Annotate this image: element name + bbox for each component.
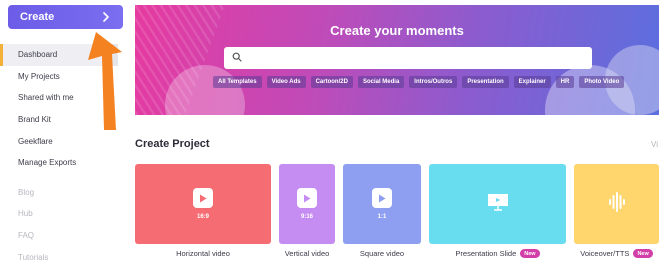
card-label-text: Horizontal video — [176, 249, 230, 258]
card-presentation-slide[interactable] — [429, 164, 566, 244]
presentation-icon — [487, 193, 509, 216]
search-bar[interactable] — [224, 47, 592, 69]
sidebar-item-hub[interactable]: Hub — [0, 203, 118, 225]
chevron-right-icon — [99, 10, 113, 24]
sidebar-item-blog[interactable]: Blog — [0, 182, 118, 204]
tag-social-media[interactable]: Social Media — [357, 76, 405, 88]
sidebar-item-faq[interactable]: FAQ — [0, 225, 118, 247]
play-icon — [193, 188, 213, 208]
sidebar-item-label: Manage Exports — [18, 158, 77, 168]
audio-wave-icon — [608, 191, 626, 217]
sidebar-item-tutorials[interactable]: Tutorials — [0, 246, 118, 268]
aspect-ratio-label: 9:16 — [300, 214, 313, 220]
search-input[interactable] — [248, 49, 578, 67]
tag-explainer[interactable]: Explainer — [513, 76, 551, 88]
hero-banner: Create your moments All Templates Video … — [135, 5, 659, 115]
sidebar-item-label: Brand Kit — [18, 115, 51, 125]
sidebar-item-my-projects[interactable]: My Projects — [0, 66, 118, 88]
tag-video-ads[interactable]: Video Ads — [266, 76, 306, 88]
tag-intros-outros[interactable]: Intros/Outros — [409, 76, 458, 88]
play-icon — [297, 188, 317, 208]
view-all-link[interactable]: Vi — [651, 140, 658, 149]
card-label-vertical-video: Vertical video — [265, 249, 349, 258]
tag-presentation[interactable]: Presentation — [462, 76, 509, 88]
sidebar-item-dashboard[interactable]: Dashboard — [0, 44, 118, 66]
sidebar-item-label: Dashboard — [18, 50, 58, 60]
aspect-ratio-label: 1:1 — [377, 214, 387, 220]
search-icon — [232, 49, 242, 67]
create-project-title: Create Project — [135, 138, 210, 150]
tag-hr[interactable]: HR — [555, 76, 575, 88]
card-horizontal-video[interactable]: 16:9 — [135, 164, 271, 244]
tag-cartoon-2d[interactable]: Cartoon/2D — [310, 76, 353, 88]
sidebar-item-label: Shared with me — [18, 93, 74, 103]
sidebar-nav: Dashboard My Projects Shared with me Bra… — [0, 44, 118, 268]
sidebar-item-label: Geekflare — [18, 136, 53, 146]
card-label-square-video: Square video — [343, 249, 421, 258]
template-tags: All Templates Video Ads Cartoon/2D Socia… — [213, 76, 625, 88]
create-button[interactable]: Create — [8, 5, 123, 29]
sidebar-item-label: My Projects — [18, 71, 60, 81]
new-badge: New — [520, 249, 540, 258]
card-label-text: Vertical video — [284, 249, 330, 258]
tag-all-templates[interactable]: All Templates — [213, 76, 262, 88]
card-label-text: Presentation Slide — [455, 249, 517, 258]
card-label-text: Voiceover/TTS — [580, 249, 630, 258]
sidebar-item-brand-kit[interactable]: Brand Kit — [0, 109, 118, 131]
sidebar-item-geekflare[interactable]: Geekflare — [0, 130, 118, 152]
sidebar-item-label: Blog — [18, 187, 35, 197]
aspect-ratio-label: 16:9 — [196, 214, 209, 220]
card-label-voiceover-tts: Voiceover/TTS New — [574, 249, 659, 258]
card-voiceover-tts[interactable] — [574, 164, 659, 244]
sidebar-item-label: FAQ — [18, 231, 35, 241]
sidebar-item-shared-with-me[interactable]: Shared with me — [0, 87, 118, 109]
card-label-text: Square video — [359, 249, 405, 258]
tag-photo-video[interactable]: Photo Video — [579, 76, 625, 88]
card-label-horizontal-video: Horizontal video — [135, 249, 271, 258]
new-badge: New — [633, 249, 653, 258]
sidebar-item-manage-exports[interactable]: Manage Exports — [0, 152, 118, 174]
sidebar-item-label: Tutorials — [18, 252, 49, 262]
sidebar-item-label: Hub — [18, 209, 33, 219]
play-icon — [372, 188, 392, 208]
create-button-label: Create — [20, 11, 55, 23]
card-label-presentation-slide: Presentation Slide New — [429, 249, 566, 258]
card-vertical-video[interactable]: 9:16 — [279, 164, 335, 244]
hero-title: Create your moments — [330, 23, 464, 38]
card-square-video[interactable]: 1:1 — [343, 164, 421, 244]
sidebar: Create Dashboard My Projects Shared with… — [0, 0, 124, 270]
